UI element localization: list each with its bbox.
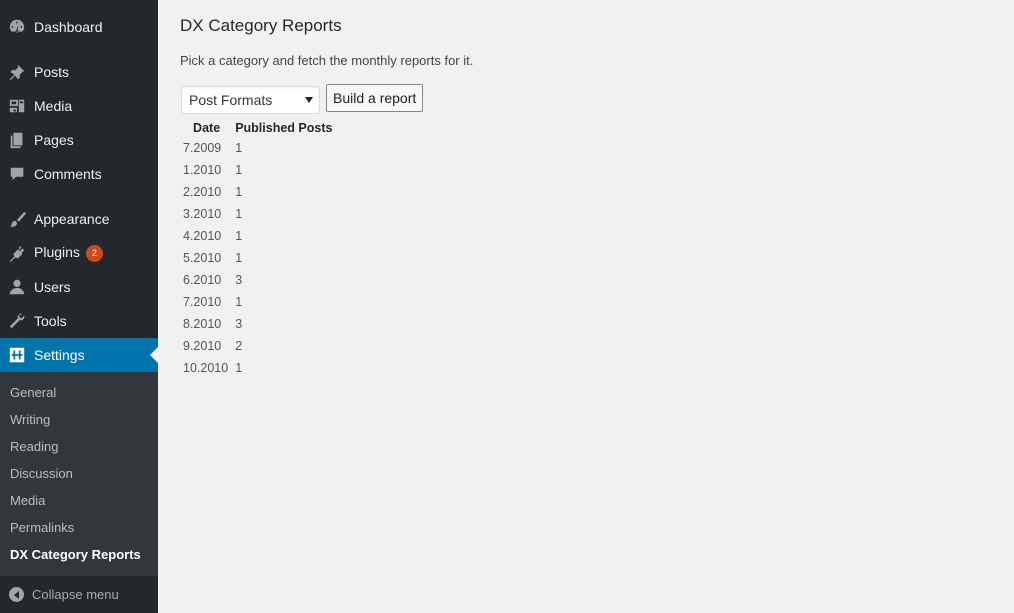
table-row: 6.2010 3 [180,269,334,291]
admin-sidebar: Dashboard Posts Media Pages Comments App… [0,0,158,613]
table-row: 7.2010 1 [180,291,334,313]
submenu-item-dx-category-reports[interactable]: DX Category Reports [10,547,141,562]
date-cell: 4.2010 [183,229,222,243]
date-cell: 9.2010 [183,339,222,353]
sidebar-item-settings[interactable]: Settings [0,338,158,372]
date-cell: 1.2010 [183,163,222,177]
table-row: 3.2010 1 [180,203,334,225]
plugin-icon [7,243,27,263]
sidebar-item-media[interactable]: Media [0,89,158,123]
user-icon [7,277,27,297]
settings-submenu: General Writing Reading Discussion Media… [0,372,158,576]
sidebar-item-label: Plugins 2 [34,244,103,262]
media-icon [7,96,27,116]
date-cell: 8.2010 [183,317,222,331]
build-report-button[interactable]: Build a report [326,84,424,112]
sidebar-item-plugins[interactable]: Plugins 2 [0,236,158,270]
date-cell: 6.2010 [183,273,222,287]
table-row: 4.2010 1 [180,225,334,247]
page-title: DX Category Reports [180,16,342,35]
date-cell: 7.2010 [183,295,222,309]
sidebar-item-label: Dashboard [34,19,103,35]
sidebar-item-appearance[interactable]: Appearance [0,202,158,236]
collapse-arrow-icon [9,587,24,602]
dropdown-arrow-icon [305,97,313,103]
column-header-published-posts: Published Posts [235,120,333,135]
table-row: 5.2010 1 [180,247,334,269]
table-row: 8.2010 3 [180,313,334,335]
table-row: 2.2010 1 [180,181,334,203]
published-posts-cell: 2 [235,339,243,353]
report-table: Date Published Posts 7.2009 1 1.2010 1 2.201… [180,118,334,379]
published-posts-cell: 1 [235,229,243,243]
collapse-menu-button[interactable]: Collapse menu [0,576,158,613]
collapse-menu-label: Collapse menu [32,587,119,602]
date-cell: 3.2010 [183,207,222,221]
sidebar-item-label: Posts [34,64,70,80]
submenu-item-general[interactable]: General [10,385,56,400]
table-row: 7.2009 1 [180,137,334,159]
sidebar-item-label: Settings [34,347,85,363]
published-posts-cell: 3 [235,317,243,331]
update-count-badge: 2 [85,245,103,262]
submenu-item-reading[interactable]: Reading [10,439,58,454]
submenu-item-permalinks[interactable]: Permalinks [10,520,74,535]
date-cell: 5.2010 [183,251,222,265]
sidebar-item-users[interactable]: Users [0,270,158,304]
sidebar-item-pages[interactable]: Pages [0,123,158,157]
submenu-item-writing[interactable]: Writing [10,412,50,427]
published-posts-cell: 1 [235,361,243,375]
table-row: 9.2010 2 [180,335,334,357]
date-cell: 7.2009 [183,141,222,155]
comment-icon [7,164,27,184]
sidebar-item-label: Tools [34,313,67,329]
category-select[interactable]: Post Formats [181,86,320,114]
sidebar-item-label: Pages [34,132,74,148]
pages-icon [7,130,27,150]
sidebar-item-label: Appearance [34,211,110,227]
published-posts-cell: 1 [235,207,243,221]
report-table-body: 7.2009 1 1.2010 1 2.2010 1 3.2010 1 4.2010 1 5.201… [180,137,334,379]
table-row: 10.2010 1 [180,357,334,379]
sidebar-item-tools[interactable]: Tools [0,304,158,338]
date-cell: 10.2010 [183,361,229,375]
pin-icon [7,62,27,82]
published-posts-cell: 1 [235,141,243,155]
published-posts-cell: 1 [235,163,243,177]
published-posts-cell: 1 [235,295,243,309]
table-row: 1.2010 1 [180,159,334,181]
published-posts-cell: 3 [235,273,243,287]
sidebar-item-posts[interactable]: Posts [0,55,158,89]
dashboard-icon [7,17,27,37]
page-description: Pick a category and fetch the monthly re… [180,53,474,68]
category-select-value: Post Formats [189,92,273,108]
published-posts-cell: 1 [235,185,243,199]
sidebar-item-comments[interactable]: Comments [0,157,158,191]
sidebar-item-label: Comments [34,166,102,182]
settings-icon [7,345,27,365]
wrench-icon [7,311,27,331]
plugins-label-text: Plugins [34,244,80,260]
sidebar-item-label: Users [34,279,71,295]
submenu-item-media[interactable]: Media [10,493,45,508]
sidebar-item-label: Media [34,98,73,114]
table-header-row: Date Published Posts [180,118,334,137]
column-header-date: Date [193,120,221,135]
date-cell: 2.2010 [183,185,222,199]
brush-icon [7,209,27,229]
sidebar-item-dashboard[interactable]: Dashboard [0,10,158,44]
published-posts-cell: 1 [235,251,243,265]
submenu-item-discussion[interactable]: Discussion [10,466,73,481]
